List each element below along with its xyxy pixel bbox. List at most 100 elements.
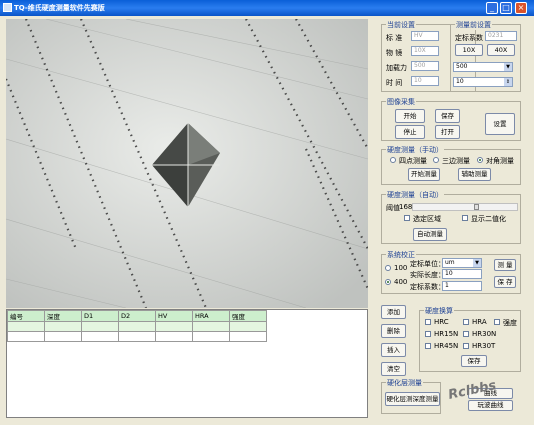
objective-10x-button[interactable]: 10X (455, 44, 483, 56)
table-row[interactable] (7, 321, 267, 332)
image-viewer[interactable] (6, 19, 368, 308)
minimize-icon[interactable]: _ (486, 2, 498, 14)
diagonal-radio[interactable] (477, 157, 483, 163)
conversion-save-button[interactable]: 保存 (461, 355, 487, 367)
threshold-slider[interactable] (412, 203, 518, 211)
col-header: D1 (81, 310, 119, 322)
hr30t-label: HR30T (472, 342, 496, 350)
three-side-radio[interactable] (433, 157, 439, 163)
group-caption: 硬度换算 (424, 306, 454, 316)
close-icon[interactable]: × (515, 2, 527, 14)
auto-measure-button[interactable]: 自动测量 (413, 228, 447, 241)
settings-button[interactable]: 设置 (485, 113, 515, 135)
save-image-button[interactable]: 保存 (435, 109, 460, 123)
slider-thumb[interactable] (474, 204, 479, 210)
hr30n-label: HR30N (472, 330, 497, 338)
show-binary-label: 显示二值化 (471, 215, 506, 223)
unit-select-value: um (445, 259, 455, 266)
hrc-label: HRC (434, 318, 449, 326)
group-caption: 硬度测量（手动） (386, 145, 444, 155)
wave-curve-button[interactable]: 玩波曲线 (468, 400, 513, 411)
load-select[interactable]: 500 ▼ (453, 62, 513, 72)
threshold-label: 阈值 (386, 204, 400, 212)
diagonal-label: 对角测量 (486, 157, 514, 165)
hr45n-label: HR45N (434, 342, 459, 350)
time-spinner-value: 10 (456, 78, 464, 85)
objective-label: 物 镜 (386, 49, 403, 57)
time-field[interactable]: 10 (411, 76, 439, 86)
length-label: 实际长度： (410, 271, 445, 279)
spinner-arrows-icon[interactable]: ⇕ (504, 78, 512, 86)
objective-100-label: 100 (394, 264, 408, 272)
time-label: 时 间 (386, 79, 403, 87)
col-header: 编号 (7, 310, 45, 322)
insert-button[interactable]: 插入 (381, 343, 406, 357)
objective-field[interactable]: 10X (411, 46, 439, 56)
assist-measure-button[interactable]: 辅助测量 (458, 168, 491, 181)
stop-capture-button[interactable]: 停止 (395, 125, 425, 139)
hra-checkbox[interactable] (463, 319, 469, 325)
load-select-value: 500 (456, 63, 468, 70)
maximize-icon[interactable]: □ (500, 2, 512, 14)
standard-label: 标 准 (386, 34, 403, 42)
group-caption: 当前设置 (386, 20, 416, 30)
four-point-radio[interactable] (390, 157, 396, 163)
four-point-label: 四点测量 (399, 157, 427, 165)
table-header: 编号 深度 D1 D2 HV HRA 强度 (7, 310, 267, 322)
layer-measure-button[interactable]: 硬化层测深度测量 (385, 392, 440, 406)
open-image-button[interactable]: 打开 (435, 125, 460, 139)
threshold-value: 168 (399, 203, 413, 211)
hrc-checkbox[interactable] (425, 319, 431, 325)
coef-field[interactable]: 1 (442, 281, 482, 291)
hr30t-checkbox[interactable] (463, 343, 469, 349)
select-region-checkbox[interactable] (404, 215, 410, 221)
objective-400-radio[interactable] (385, 279, 391, 285)
hra-label: HRA (472, 318, 487, 326)
col-header: D2 (118, 310, 156, 322)
group-caption: 硬度测量（自动） (386, 190, 444, 200)
col-header: HRA (192, 310, 230, 322)
title-bar: TQ-维氏硬度测量软件先赛版 _ □ × (0, 0, 534, 16)
add-button[interactable]: 添加 (381, 305, 406, 319)
time-spinner[interactable]: 10 ⇕ (453, 77, 513, 87)
hr30n-checkbox[interactable] (463, 331, 469, 337)
strength-checkbox[interactable] (494, 319, 500, 325)
select-region-label: 选定区域 (413, 215, 441, 223)
measure-button[interactable]: 测 量 (494, 259, 516, 271)
group-caption: 硬化层测量 (386, 378, 423, 388)
start-capture-button[interactable]: 开始 (395, 109, 425, 123)
col-header: 强度 (229, 310, 267, 322)
hr15n-label: HR15N (434, 330, 459, 338)
group-caption: 图像采集 (386, 97, 416, 107)
col-header: HV (155, 310, 193, 322)
chevron-down-icon[interactable]: ▼ (473, 259, 481, 267)
clear-button[interactable]: 清空 (381, 362, 406, 376)
delete-button[interactable]: 删除 (381, 324, 406, 338)
calib-field[interactable]: 0231 (485, 31, 517, 41)
standard-field[interactable]: HV (411, 31, 439, 41)
table-row[interactable] (7, 331, 267, 342)
unit-select[interactable]: um ▼ (442, 258, 482, 268)
objective-100-radio[interactable] (385, 265, 391, 271)
length-field[interactable]: 10 (442, 269, 482, 279)
chevron-down-icon[interactable]: ▼ (504, 63, 512, 71)
results-table[interactable]: 编号 深度 D1 D2 HV HRA 强度 (6, 309, 368, 418)
calibration-save-button[interactable]: 保 存 (494, 276, 516, 288)
hr45n-checkbox[interactable] (425, 343, 431, 349)
show-binary-checkbox[interactable] (462, 215, 468, 221)
app-icon (3, 3, 12, 12)
group-caption: 测量前设置 (455, 20, 492, 30)
start-measure-button[interactable]: 开始测量 (408, 168, 440, 181)
hr15n-checkbox[interactable] (425, 331, 431, 337)
unit-label: 定标单位： (410, 260, 445, 268)
objective-40x-button[interactable]: 40X (487, 44, 515, 56)
window-title: TQ-维氏硬度测量软件先赛版 (14, 4, 105, 12)
objective-400-label: 400 (394, 278, 408, 286)
three-side-label: 三边测量 (442, 157, 470, 165)
load-field[interactable]: 500 (411, 61, 439, 71)
col-header: 深度 (44, 310, 82, 322)
manual-measure-group: 硬度测量（手动） (381, 145, 521, 185)
strength-label: 强度 (503, 319, 517, 327)
load-label: 加载力 (386, 64, 407, 72)
microscope-image (6, 19, 368, 308)
